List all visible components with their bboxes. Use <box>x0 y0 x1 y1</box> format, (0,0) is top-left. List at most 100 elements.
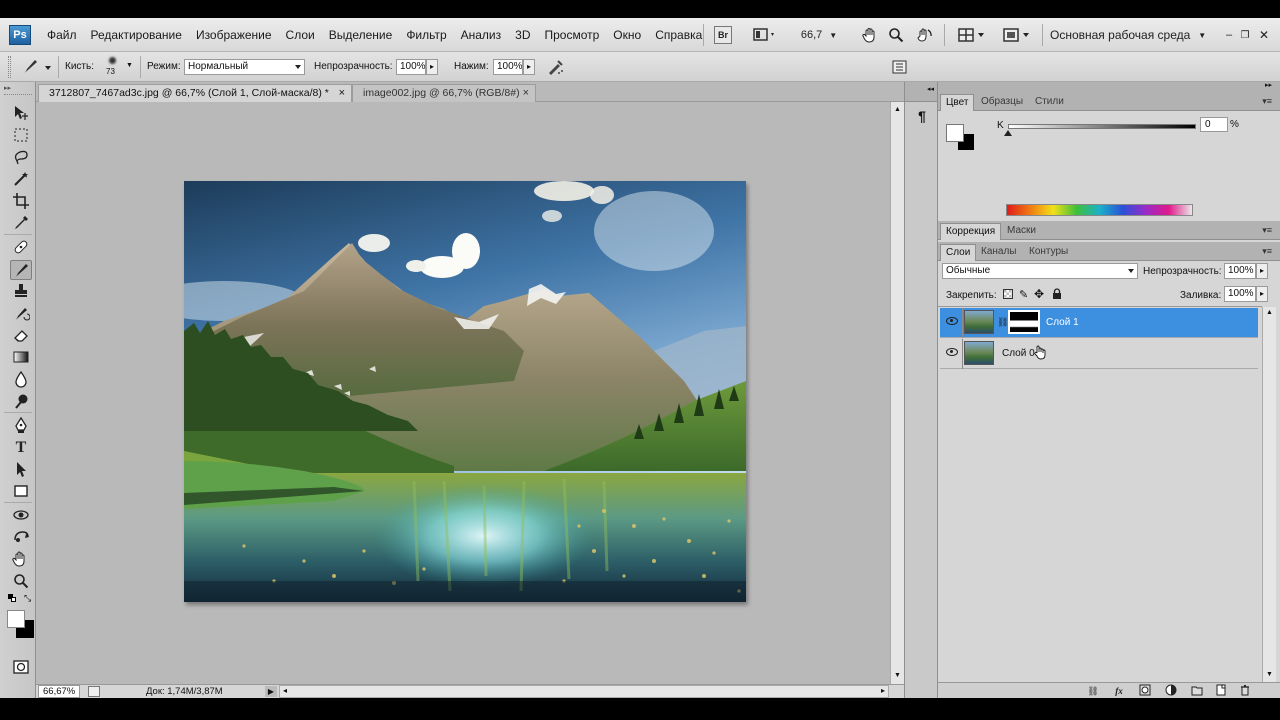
menu-layers[interactable]: Слои <box>279 28 322 42</box>
lock-pixels-icon[interactable]: ✎ <box>1019 288 1028 301</box>
trash-icon[interactable] <box>1238 684 1252 698</box>
zoom-level-dropdown[interactable]: 66,7 ▼ <box>795 26 843 44</box>
foreground-color-swatch[interactable] <box>7 610 25 628</box>
pressure-input[interactable]: 100% <box>493 59 523 75</box>
fx-icon[interactable]: fx <box>1112 684 1126 698</box>
layer-name[interactable]: Слой 1 <box>1046 317 1079 328</box>
marquee-tool[interactable] <box>10 126 32 146</box>
blend-mode-select[interactable]: Нормальный <box>184 59 305 75</box>
k-value-input[interactable]: 0 <box>1200 117 1228 132</box>
quick-mask-tool[interactable] <box>10 658 32 678</box>
expand-panel-icon[interactable]: ▸▸ <box>4 84 30 92</box>
folder-icon[interactable] <box>1190 684 1204 698</box>
move-tool[interactable] <box>10 104 32 124</box>
close-icon[interactable]: × <box>523 85 529 102</box>
panel-menu-icon[interactable]: ▾≡ <box>1262 246 1272 257</box>
menu-image[interactable]: Изображение <box>189 28 279 42</box>
pen-tool[interactable] <box>10 416 32 436</box>
vertical-scrollbar[interactable]: ▲ ▼ <box>890 102 904 684</box>
eye-icon[interactable] <box>946 348 958 356</box>
pressure-slider-button[interactable]: ▸ <box>523 59 535 75</box>
panel-menu-icon[interactable]: ▾≡ <box>1262 96 1272 107</box>
eyedropper-tool[interactable] <box>10 214 32 234</box>
canvas-area[interactable] <box>36 102 890 684</box>
3d-orbit-tool[interactable] <box>10 528 32 548</box>
opacity-slider-button[interactable]: ▸ <box>426 59 438 75</box>
status-options-icon[interactable] <box>88 686 100 697</box>
menu-analysis[interactable]: Анализ <box>454 28 509 42</box>
layer-opacity-input[interactable]: 100% <box>1224 263 1256 279</box>
type-tool[interactable]: T <box>10 438 32 458</box>
status-menu-arrow[interactable]: ▶ <box>265 686 277 697</box>
add-mask-icon[interactable] <box>1138 684 1152 698</box>
layers-scrollbar[interactable]: ▲ ▼ <box>1262 307 1276 683</box>
brush-picker[interactable]: 73 ▼ <box>102 57 136 79</box>
document-canvas[interactable] <box>138 181 746 602</box>
zoom-tool[interactable] <box>10 572 32 592</box>
path-selection-tool[interactable] <box>10 460 32 480</box>
bridge-button[interactable]: Br <box>714 26 732 44</box>
hand-tool-button[interactable] <box>860 26 880 44</box>
workspace-switcher[interactable]: Основная рабочая среда ▼ <box>1050 26 1210 44</box>
tab-paths[interactable]: Контуры <box>1024 244 1073 261</box>
default-colors-icon[interactable] <box>8 594 16 602</box>
menu-select[interactable]: Выделение <box>322 28 400 42</box>
menu-window[interactable]: Окно <box>606 28 648 42</box>
screen-mode-button[interactable] <box>752 26 778 44</box>
blur-tool[interactable] <box>10 370 32 390</box>
tab-layers[interactable]: Слои <box>940 244 977 261</box>
scroll-up-icon[interactable]: ▲ <box>1266 309 1273 316</box>
menu-filter[interactable]: Фильтр <box>399 28 453 42</box>
opacity-input[interactable]: 100% <box>396 59 426 75</box>
scroll-left-icon[interactable]: ◂ <box>283 686 287 695</box>
horizontal-scrollbar[interactable]: ◂ ▸ <box>279 685 889 698</box>
rotate-view-button[interactable] <box>914 26 936 44</box>
link-layers-icon[interactable]: ⛓ <box>1086 684 1100 698</box>
swap-colors-icon[interactable]: ⤡ <box>24 593 31 604</box>
eraser-tool[interactable] <box>10 326 32 346</box>
arrange-documents-button[interactable] <box>955 26 989 44</box>
gradient-tool[interactable] <box>10 348 32 368</box>
layer-row[interactable]: ⛓ Слой 1 <box>940 308 1258 338</box>
link-icon[interactable]: ⛓ <box>997 317 1008 328</box>
close-button[interactable]: ✕ <box>1257 26 1271 44</box>
hand-tool[interactable] <box>10 550 32 570</box>
fill-input[interactable]: 100% <box>1224 286 1256 302</box>
scroll-right-icon[interactable]: ▸ <box>881 686 885 695</box>
brush-tool[interactable] <box>10 260 32 280</box>
panel-toggle-button[interactable] <box>892 60 908 74</box>
dodge-tool[interactable] <box>10 392 32 412</box>
scroll-down-icon[interactable]: ▼ <box>1266 671 1273 678</box>
tab-channels[interactable]: Каналы <box>976 244 1022 261</box>
layer-opacity-slider-button[interactable]: ▸ <box>1256 263 1268 279</box>
tool-preset-picker[interactable] <box>20 58 54 76</box>
slider-thumb-icon[interactable] <box>1004 130 1012 136</box>
screen-mode-dropdown[interactable] <box>1000 26 1034 44</box>
minimize-button[interactable]: – <box>1222 26 1236 44</box>
layer-row[interactable]: Слой 0 <box>940 339 1258 369</box>
scroll-down-icon[interactable]: ▼ <box>894 672 901 679</box>
lock-transparency-icon[interactable] <box>1003 289 1013 299</box>
clone-stamp-tool[interactable] <box>10 282 32 302</box>
layer-mask-thumbnail[interactable] <box>1008 310 1040 334</box>
close-icon[interactable]: × <box>339 85 345 102</box>
fill-slider-button[interactable]: ▸ <box>1256 286 1268 302</box>
tab-adjustments[interactable]: Коррекция <box>940 223 1002 240</box>
healing-brush-tool[interactable] <box>10 238 32 258</box>
layer-blend-mode-select[interactable]: Обычные <box>942 263 1138 279</box>
airbrush-toggle[interactable] <box>546 58 566 76</box>
tab-document-2[interactable]: image002.jpg @ 66,7% (RGB/8#) × <box>352 84 536 102</box>
collapse-icon[interactable]: ◂◂ <box>927 85 934 93</box>
menu-3d[interactable]: 3D <box>508 28 537 42</box>
paragraph-icon[interactable]: ¶ <box>912 108 932 130</box>
color-foreground-swatch[interactable] <box>946 124 964 142</box>
3d-rotate-tool[interactable] <box>10 506 32 526</box>
tab-swatches[interactable]: Образцы <box>976 94 1028 111</box>
crop-tool[interactable] <box>10 192 32 212</box>
k-slider-track[interactable] <box>1008 124 1196 129</box>
eye-icon[interactable] <box>946 317 958 325</box>
menu-file[interactable]: Файл <box>40 28 84 42</box>
magic-wand-tool[interactable] <box>10 170 32 190</box>
lasso-tool[interactable] <box>10 148 32 168</box>
shape-tool[interactable] <box>10 482 32 502</box>
